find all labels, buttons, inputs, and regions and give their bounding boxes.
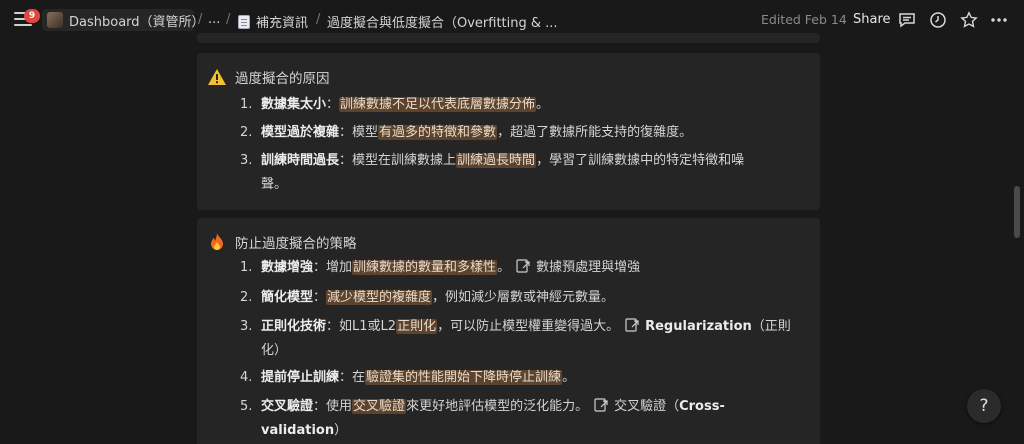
favorite-star-icon[interactable] [960, 11, 978, 29]
list-number: 3. [240, 319, 253, 334]
share-button[interactable]: Share [853, 12, 891, 27]
item-term: 訓練時間過長 [261, 153, 340, 168]
page-link-icon [516, 258, 532, 273]
parent-page-label: 補充資訊 [256, 16, 309, 31]
list-item: 3. 正則化技術：如L1或L2正則化，可以防止模型權重變得過大。 Regulari… [240, 315, 805, 363]
list-number: 4. [240, 370, 253, 385]
more-options-icon[interactable] [990, 11, 1008, 29]
edited-timestamp: Edited Feb 14 [761, 12, 847, 27]
highlight-text: 交叉驗證 [352, 399, 407, 414]
list-number: 1. [240, 97, 253, 112]
breadcrumb-separator: / [316, 12, 321, 27]
highlight-text: 驗證集的性能開始下降時停止訓練 [365, 370, 563, 385]
highlight-text: 訓練數據不足以代表底層數據分佈 [339, 97, 537, 112]
callout-header: 過度擬合的原因 [207, 67, 330, 87]
list-item: 3. 訓練時間過長：模型在訓練數據上訓練過長時間，學習了訓練數據中的特定特徵和噪… [240, 149, 805, 197]
callout-title: 防止過度擬合的策略 [235, 236, 357, 252]
list-item: 1. 數據增強：增加訓練數據的數量和多樣性。 數據預處理與增強 [240, 256, 805, 280]
history-clock-icon[interactable] [929, 11, 947, 29]
page-link-icon [625, 317, 641, 332]
highlight-text: 減少模型的複雜度 [326, 290, 433, 305]
warning-icon [207, 67, 227, 87]
page-link-icon [594, 397, 610, 412]
page-icon [238, 15, 250, 29]
callout-header: 防止過度擬合的策略 [207, 232, 357, 252]
list-number: 2. [240, 125, 253, 140]
list-number: 1. [240, 260, 253, 275]
help-button[interactable]: ? [967, 389, 1001, 423]
scrollbar-thumb[interactable] [1014, 186, 1020, 238]
previous-callout-block [197, 33, 820, 43]
breadcrumb-workspace[interactable]: Dashboard（資管所） [42, 9, 205, 31]
page-mention-link[interactable]: Regularization [645, 319, 752, 334]
breadcrumb-separator: / [198, 12, 203, 27]
list-number: 2. [240, 290, 253, 305]
list-item: 2. 簡化模型：減少模型的複雜度，例如減少層數或神經元數量。 [240, 286, 805, 310]
item-term: 提前停止訓練 [261, 370, 340, 385]
page-mention-link[interactable]: 數據預處理與增強 [536, 260, 640, 275]
item-term: 數據增強 [261, 260, 314, 275]
item-term: 數據集太小 [261, 97, 327, 112]
breadcrumb-parent-page[interactable]: 補充資訊 [238, 12, 308, 31]
callout-overfitting-prevention[interactable]: 防止過度擬合的策略 1. 數據增強：增加訓練數據的數量和多樣性。 數據預處理與增強… [197, 218, 820, 444]
list-item: 4. 提前停止訓練：在驗證集的性能開始下降時停止訓練。 [240, 366, 805, 390]
fire-icon [207, 232, 227, 252]
item-term: 模型過於複雜 [261, 125, 340, 140]
scrollbar-track[interactable] [1012, 40, 1024, 444]
item-term: 正則化技術 [261, 319, 327, 334]
callout-overfitting-causes[interactable]: 過度擬合的原因 1. 數據集太小：訓練數據不足以代表底層數據分佈。 2. 模型過… [197, 53, 820, 210]
list-item: 1. 數據集太小：訓練數據不足以代表底層數據分佈。 [240, 93, 805, 117]
list-item: 2. 模型過於複雜：模型有過多的特徵和參數，超過了數據所能支持的復雜度。 [240, 121, 805, 145]
breadcrumb-separator: / [226, 12, 231, 27]
highlight-text: 正則化 [396, 319, 438, 334]
list-item: 5. 交叉驗證：使用交叉驗證來更好地評估模型的泛化能力。 交叉驗證（Cross-v… [240, 395, 805, 443]
highlight-text: 訓練數據的數量和多樣性 [352, 260, 498, 275]
notification-badge: 9 [24, 9, 40, 23]
breadcrumb-ellipsis[interactable]: ... [208, 12, 220, 27]
callout-title: 過度擬合的原因 [235, 71, 330, 87]
highlight-text: 有過多的特徵和參數 [378, 125, 498, 140]
breadcrumb-current-page[interactable]: 過度擬合與低度擬合（Overfitting & ... [327, 12, 558, 31]
comment-icon[interactable] [898, 11, 916, 29]
workspace-avatar [47, 12, 63, 28]
workspace-name: Dashboard（資管所） [69, 14, 205, 30]
page-mention-link[interactable]: 交叉驗證（ [614, 399, 679, 414]
item-term: 簡化模型 [261, 290, 314, 305]
highlight-text: 訓練過長時間 [456, 153, 537, 168]
list-number: 5. [240, 399, 253, 414]
list-number: 3. [240, 153, 253, 168]
item-term: 交叉驗證 [261, 399, 314, 414]
